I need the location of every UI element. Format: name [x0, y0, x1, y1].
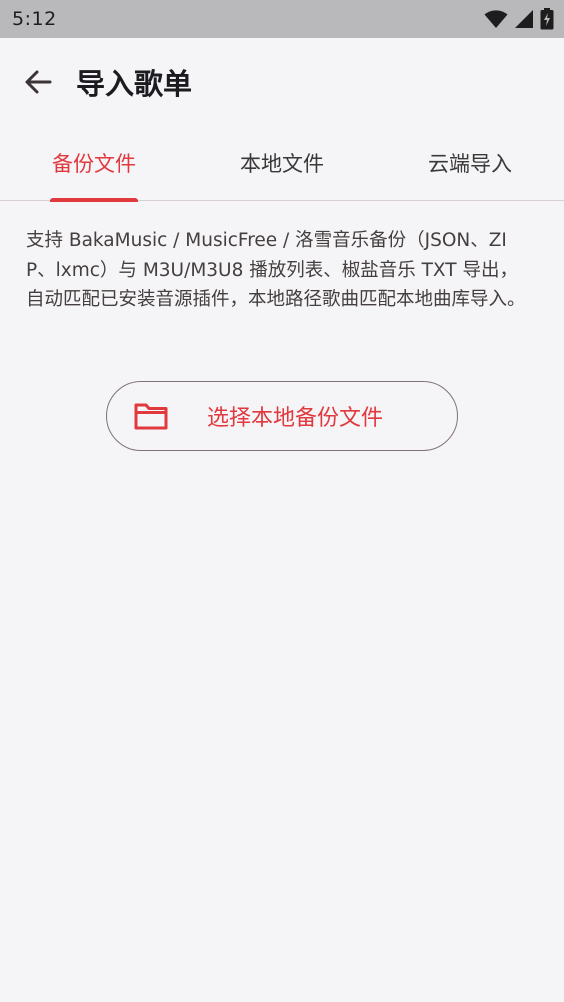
tab-label: 本地文件 [240, 152, 324, 176]
tab-bar: 备份文件 本地文件 云端导入 [0, 126, 564, 202]
status-time: 5:12 [12, 8, 57, 30]
tab-cloud-import[interactable]: 云端导入 [376, 126, 564, 200]
arrow-left-icon [25, 70, 52, 94]
app-bar: 导入歌单 [0, 38, 564, 126]
tab-indicator [50, 198, 138, 202]
status-icons [484, 8, 554, 30]
import-description: 支持 BakaMusic / MusicFree / 洛雪音乐备份（JSON、Z… [26, 230, 526, 310]
status-bar: 5:12 [0, 0, 564, 38]
back-button[interactable] [12, 56, 64, 108]
cell-signal-icon [515, 10, 533, 28]
wifi-icon [484, 10, 508, 28]
page-title: 导入歌单 [76, 67, 193, 101]
tab-label: 云端导入 [428, 152, 512, 176]
tab-local-file[interactable]: 本地文件 [188, 126, 376, 200]
battery-charging-icon [540, 8, 554, 30]
select-backup-file-button[interactable]: 选择本地备份文件 [106, 381, 458, 451]
folder-icon [134, 403, 168, 430]
select-backup-file-label: 选择本地备份文件 [207, 405, 384, 431]
tab-label: 备份文件 [52, 152, 136, 176]
tab-backup-file[interactable]: 备份文件 [0, 126, 188, 202]
